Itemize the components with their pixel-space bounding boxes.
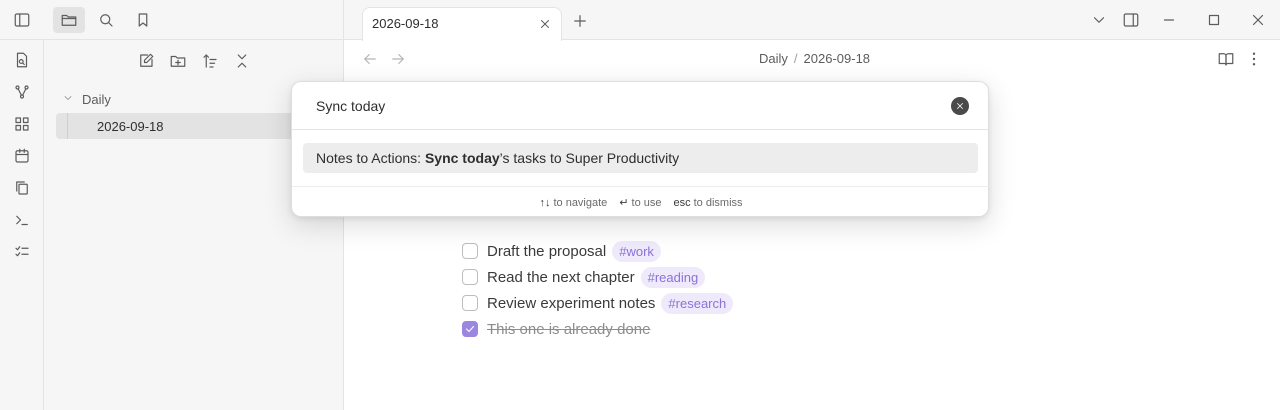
task-text: Review experiment notes [487, 294, 656, 312]
task-text: Draft the proposal [487, 242, 607, 260]
command-search-input[interactable] [292, 82, 990, 130]
instruction-use: ↵ to use [619, 196, 661, 209]
tree-file-label: 2026-09-18 [97, 118, 164, 134]
tab-title: 2026-09-18 [372, 16, 439, 31]
clear-input-button[interactable] [951, 97, 969, 115]
search-icon[interactable] [94, 8, 118, 32]
task-item: Draft the proposal #work [462, 239, 661, 263]
sort-icon[interactable] [198, 49, 222, 73]
tab-list-chevron-icon[interactable] [1087, 8, 1111, 32]
task-checkbox-checked[interactable] [462, 321, 478, 337]
task-text: Read the next chapter [487, 268, 635, 286]
close-icon [957, 103, 963, 109]
task-checkbox[interactable] [462, 269, 478, 285]
command-palette-icon[interactable] [10, 208, 34, 232]
suggestion-item[interactable]: Notes to Actions: Sync today’s tasks to … [303, 143, 978, 173]
collapse-all-icon[interactable] [230, 49, 254, 73]
forward-arrow-icon[interactable] [386, 47, 410, 71]
tag-pill[interactable]: #work [612, 240, 661, 262]
task-item: Read the next chapter #reading [462, 265, 706, 289]
minimize-icon[interactable] [1157, 8, 1181, 32]
instruction-text: to use [631, 197, 662, 209]
suggestion-match: Sync today [424, 150, 500, 166]
checkmark-icon [465, 325, 475, 333]
new-folder-icon[interactable] [166, 49, 190, 73]
sidebar-toggle-icon[interactable] [10, 8, 34, 32]
maximize-icon[interactable] [1202, 8, 1226, 32]
right-sidebar-toggle-icon[interactable] [1119, 8, 1143, 32]
tab-note[interactable]: 2026-09-18 [362, 7, 562, 41]
canvas-icon[interactable] [10, 112, 34, 136]
instruction-key: ↑↓ [539, 196, 551, 209]
instruction-key: esc [673, 196, 691, 209]
new-note-icon[interactable] [134, 49, 158, 73]
prompt-instructions: ↑↓ to navigate ↵ to use esc to dismiss [292, 186, 990, 218]
file-explorer-icon[interactable] [53, 7, 85, 33]
task-checkbox[interactable] [462, 295, 478, 311]
instruction-key: ↵ [619, 197, 629, 209]
instruction-dismiss: esc to dismiss [673, 197, 742, 209]
suggestion-prefix: Notes to Actions: [316, 150, 425, 166]
suggestion-suffix: ’s tasks to Super Productivity [499, 150, 680, 166]
breadcrumb-folder[interactable]: Daily [759, 51, 788, 66]
reading-view-icon[interactable] [1214, 47, 1238, 71]
open-quick-switcher-icon[interactable] [10, 48, 34, 72]
breadcrumb-separator: / [793, 51, 798, 66]
chevron-down-icon [62, 92, 76, 106]
tree-indent-guide [67, 113, 68, 139]
command-palette: Notes to Actions: Sync today’s tasks to … [291, 81, 990, 218]
task-item: Review experiment notes #research [462, 291, 734, 315]
templates-icon[interactable] [10, 176, 34, 200]
more-options-icon[interactable] [1242, 47, 1266, 71]
tag-pill[interactable]: #research [661, 292, 734, 314]
tree-folder-daily[interactable]: Daily [62, 88, 111, 110]
instruction-navigate: ↑↓ to navigate [539, 197, 607, 209]
instruction-text: to navigate [553, 196, 608, 209]
sidebar-header [0, 0, 344, 40]
task-checkbox[interactable] [462, 243, 478, 259]
breadcrumb-file[interactable]: 2026-09-18 [804, 51, 871, 66]
bookmark-icon[interactable] [131, 8, 155, 32]
breadcrumb: Daily / 2026-09-18 [759, 51, 870, 66]
task-list-icon[interactable] [10, 240, 34, 264]
tag-pill[interactable]: #reading [640, 266, 706, 288]
task-text: This one is already done [487, 320, 651, 338]
task-item: This one is already done [462, 317, 650, 341]
close-tab-icon[interactable] [535, 14, 555, 34]
graph-view-icon[interactable] [10, 80, 34, 104]
new-tab-icon[interactable] [568, 9, 592, 33]
tree-file-item[interactable]: 2026-09-18 [56, 113, 296, 139]
tree-folder-label: Daily [82, 91, 111, 107]
calendar-icon[interactable] [10, 144, 34, 168]
back-arrow-icon[interactable] [358, 47, 382, 71]
instruction-text: to dismiss [693, 196, 743, 209]
close-window-icon[interactable] [1246, 8, 1270, 32]
